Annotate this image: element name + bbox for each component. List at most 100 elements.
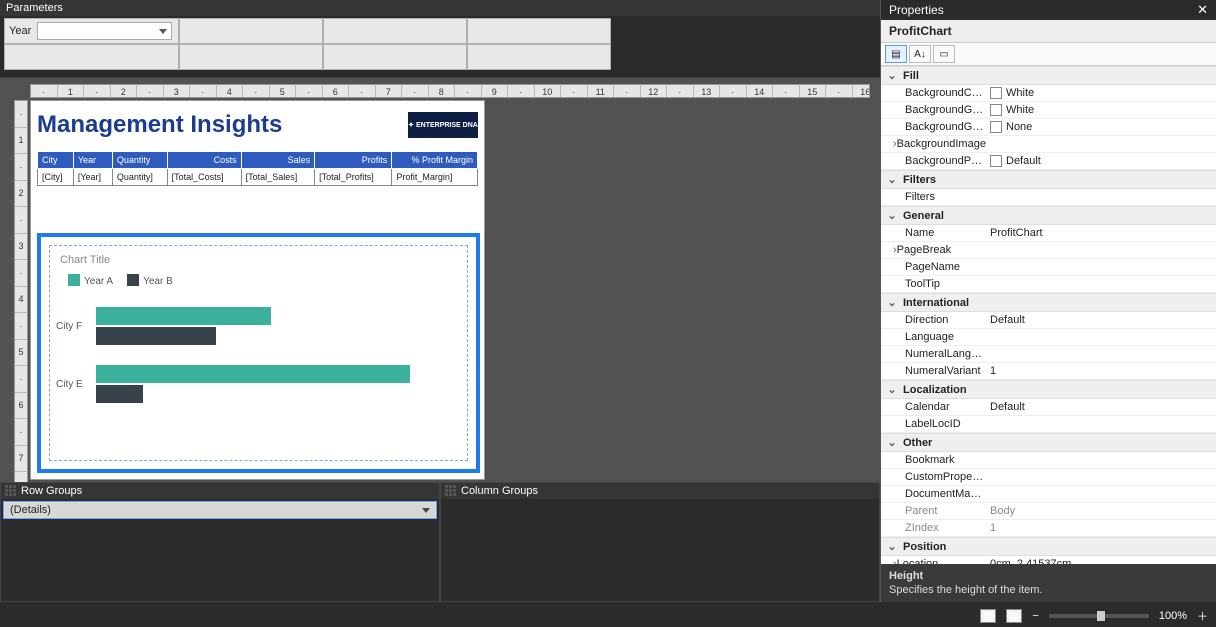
table-data-cell[interactable]: Quantity] xyxy=(112,169,167,186)
property-value[interactable] xyxy=(986,452,1216,468)
property-category[interactable]: ⌄Localization xyxy=(881,380,1216,399)
chart-bar[interactable] xyxy=(96,327,216,345)
property-row[interactable]: BackgroundGradienNone xyxy=(881,119,1216,136)
table-header-cell[interactable]: Costs xyxy=(167,152,241,169)
chevron-down-icon[interactable]: ⌄ xyxy=(887,436,897,449)
property-value[interactable]: 1 xyxy=(986,363,1216,379)
property-category[interactable]: ⌄General xyxy=(881,206,1216,225)
property-category[interactable]: ⌄Filters xyxy=(881,170,1216,189)
property-pages-button[interactable]: ▭ xyxy=(933,45,955,63)
chevron-down-icon[interactable]: ⌄ xyxy=(887,540,897,553)
view-mode-icon[interactable]: ▦ xyxy=(980,609,996,623)
chevron-down-icon[interactable]: ⌄ xyxy=(887,209,897,222)
sort-az-button[interactable]: A↓ xyxy=(909,45,931,63)
property-value[interactable]: White xyxy=(986,85,1216,101)
property-value[interactable] xyxy=(986,189,1216,205)
zoom-slider-thumb[interactable] xyxy=(1097,611,1105,621)
parameter-year-cell[interactable]: Year xyxy=(4,18,179,44)
chart-plot-area[interactable]: City FCity E xyxy=(56,307,461,460)
property-row[interactable]: ›PageBreak xyxy=(881,242,1216,259)
view-mode-icon[interactable]: ▥ xyxy=(1006,609,1022,623)
table-data-cell[interactable]: [Total_Profits] xyxy=(315,169,392,186)
chart-bar[interactable] xyxy=(96,307,271,325)
property-row[interactable]: ToolTip xyxy=(881,276,1216,293)
property-row[interactable]: Language xyxy=(881,329,1216,346)
table-data-cell[interactable]: [Total_Costs] xyxy=(167,169,241,186)
property-value[interactable]: None xyxy=(986,119,1216,135)
property-value[interactable] xyxy=(986,329,1216,345)
close-icon[interactable]: ✕ xyxy=(1197,2,1208,18)
color-swatch-icon[interactable] xyxy=(990,155,1002,167)
property-category[interactable]: ⌄Position xyxy=(881,537,1216,556)
property-value[interactable]: ProfitChart xyxy=(986,225,1216,241)
chevron-down-icon[interactable]: ⌄ xyxy=(887,69,897,82)
report-tablix[interactable]: CityYearQuantityCostsSalesProfits% Profi… xyxy=(37,151,478,186)
property-value[interactable] xyxy=(986,486,1216,502)
chevron-down-icon[interactable] xyxy=(422,508,430,513)
property-value[interactable] xyxy=(986,136,1216,152)
table-header-cell[interactable]: Profits xyxy=(315,152,392,169)
property-row[interactable]: Bookmark xyxy=(881,452,1216,469)
property-row[interactable]: ZIndex1 xyxy=(881,520,1216,537)
table-header-cell[interactable]: Quantity xyxy=(112,152,167,169)
property-category[interactable]: ⌄Other xyxy=(881,433,1216,452)
property-value[interactable] xyxy=(986,242,1216,258)
property-value[interactable]: White xyxy=(986,102,1216,118)
property-row[interactable]: ›Location0cm, 2.41537cm xyxy=(881,556,1216,564)
property-row[interactable]: Filters xyxy=(881,189,1216,206)
zoom-plus-icon[interactable]: ＋ xyxy=(1197,608,1208,624)
property-row[interactable]: BackgroundPatternDefault xyxy=(881,153,1216,170)
zoom-minus-icon[interactable]: − xyxy=(1032,610,1038,622)
property-value[interactable]: Default xyxy=(986,312,1216,328)
parameter-empty-cell[interactable] xyxy=(467,44,611,70)
property-row[interactable]: PageName xyxy=(881,259,1216,276)
zoom-slider[interactable] xyxy=(1049,614,1149,618)
property-row[interactable]: BackgroundGradienWhite xyxy=(881,102,1216,119)
property-row[interactable]: NameProfitChart xyxy=(881,225,1216,242)
property-row[interactable]: DocumentMapLabe xyxy=(881,486,1216,503)
parameter-empty-cell[interactable] xyxy=(179,44,323,70)
parameter-empty-cell[interactable] xyxy=(323,18,467,44)
chevron-icon[interactable]: › xyxy=(893,244,897,256)
properties-selected-object[interactable]: ProfitChart xyxy=(881,20,1216,43)
property-row[interactable]: DirectionDefault xyxy=(881,312,1216,329)
property-value[interactable]: 0cm, 2.41537cm xyxy=(986,556,1216,564)
properties-grid[interactable]: ⌄FillBackgroundColorWhiteBackgroundGradi… xyxy=(881,66,1216,564)
property-value[interactable]: 1 xyxy=(986,520,1216,536)
chart-title[interactable]: Chart Title xyxy=(60,254,461,266)
parameter-empty-cell[interactable] xyxy=(323,44,467,70)
table-header-cell[interactable]: Year xyxy=(73,152,112,169)
logo-enterprise-dna[interactable]: ✦ ENTERPRISE DNA xyxy=(408,112,478,138)
parameter-empty-cell[interactable] xyxy=(179,18,323,44)
table-header-cell[interactable]: Sales xyxy=(241,152,315,169)
property-value[interactable] xyxy=(986,346,1216,362)
property-row[interactable]: ›BackgroundImage xyxy=(881,136,1216,153)
property-category[interactable]: ⌄Fill xyxy=(881,66,1216,85)
property-value[interactable]: Default xyxy=(986,153,1216,169)
property-row[interactable]: LabelLocID xyxy=(881,416,1216,433)
chevron-icon[interactable]: › xyxy=(893,138,897,150)
categorize-button[interactable]: ▤ xyxy=(885,45,907,63)
property-value[interactable] xyxy=(986,416,1216,432)
report-title[interactable]: Management Insights xyxy=(37,111,282,139)
property-row[interactable]: NumeralLanguage xyxy=(881,346,1216,363)
property-value[interactable] xyxy=(986,469,1216,485)
table-data-cell[interactable]: Profit_Margin] xyxy=(392,169,478,186)
property-value[interactable]: Body xyxy=(986,503,1216,519)
property-row[interactable]: ParentBody xyxy=(881,503,1216,520)
property-category[interactable]: ⌄International xyxy=(881,293,1216,312)
table-data-cell[interactable]: [City] xyxy=(38,169,74,186)
report-canvas[interactable]: Management Insights ✦ ENTERPRISE DNA Cit… xyxy=(30,100,485,480)
color-swatch-icon[interactable] xyxy=(990,87,1002,99)
chevron-down-icon[interactable]: ⌄ xyxy=(887,296,897,309)
chart-bar[interactable] xyxy=(96,365,410,383)
property-value[interactable] xyxy=(986,276,1216,292)
property-row[interactable]: BackgroundColorWhite xyxy=(881,85,1216,102)
property-row[interactable]: CustomProperties xyxy=(881,469,1216,486)
profit-chart[interactable]: Chart Title Year A Year B City FCity E xyxy=(37,233,480,473)
table-header-cell[interactable]: % Profit Margin xyxy=(392,152,478,169)
parameter-year-dropdown[interactable] xyxy=(37,22,172,40)
property-value[interactable] xyxy=(986,259,1216,275)
property-row[interactable]: CalendarDefault xyxy=(881,399,1216,416)
chart-bar[interactable] xyxy=(96,385,143,403)
